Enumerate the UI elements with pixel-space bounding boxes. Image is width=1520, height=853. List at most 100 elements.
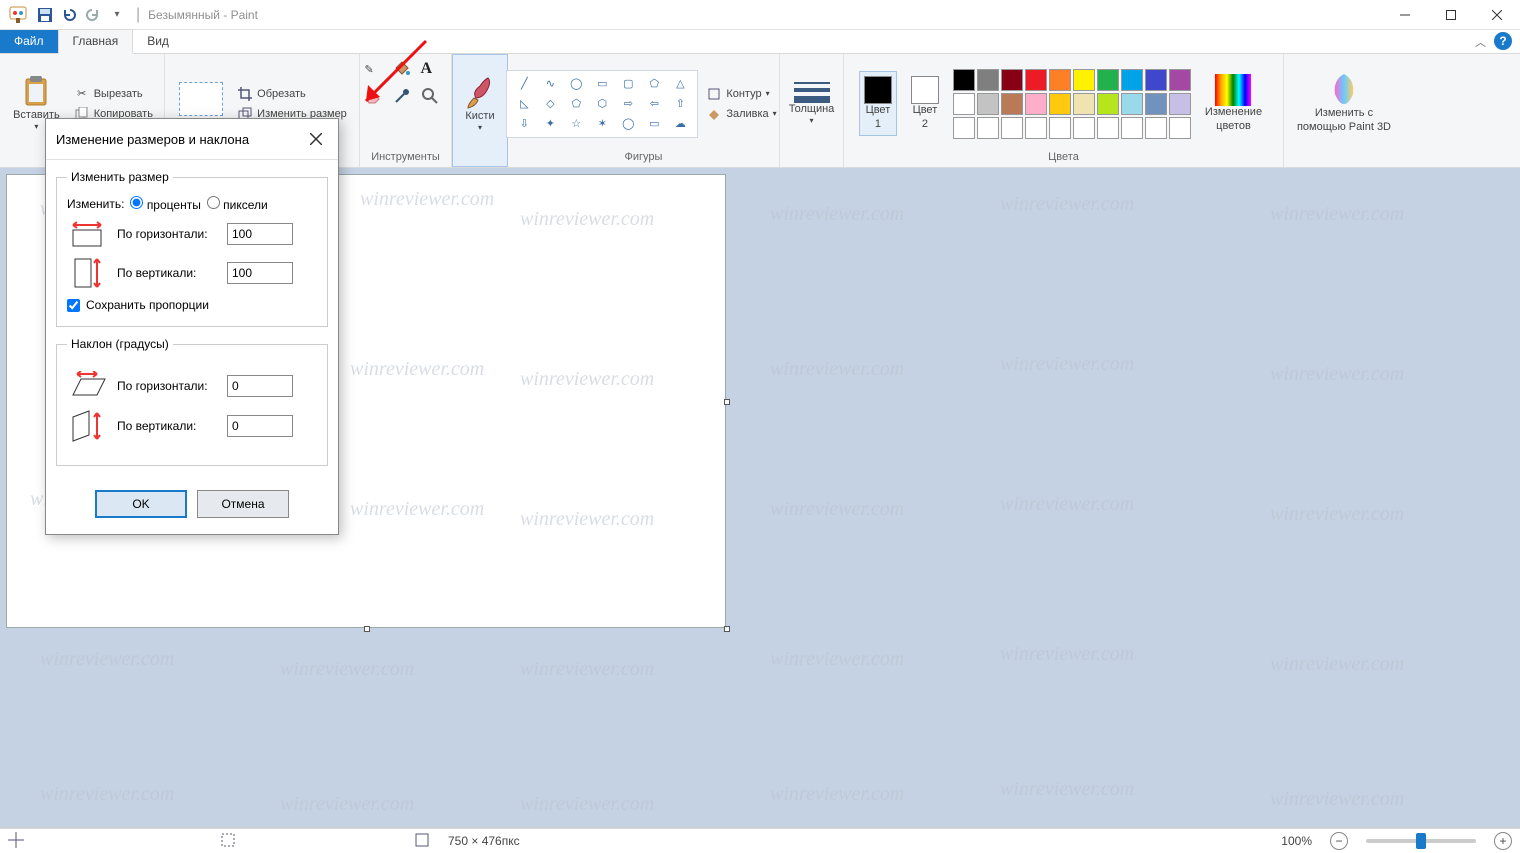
shape-callout-rect[interactable]: ▭	[643, 115, 665, 133]
palette-color[interactable]	[1097, 69, 1119, 91]
shape-oval[interactable]: ◯	[565, 75, 587, 93]
shape-5star[interactable]: ☆	[565, 115, 587, 133]
palette-color[interactable]	[1001, 117, 1023, 139]
close-button[interactable]	[1474, 0, 1520, 30]
shape-callout-round[interactable]: ◯	[617, 115, 639, 133]
palette-color[interactable]	[1121, 117, 1143, 139]
palette-color[interactable]	[977, 93, 999, 115]
eraser-tool[interactable]	[365, 87, 391, 108]
tab-home[interactable]: Главная	[58, 29, 134, 54]
palette-color[interactable]	[1169, 93, 1191, 115]
shape-arrow-r[interactable]: ⇨	[617, 95, 639, 113]
maximize-button[interactable]	[1428, 0, 1474, 30]
brushes-button[interactable]: Кисти▾	[456, 72, 504, 135]
pencil-tool[interactable]: ✎	[365, 63, 391, 76]
picker-tool[interactable]	[393, 87, 419, 108]
crop-button[interactable]: Обрезать	[233, 85, 310, 103]
palette-color[interactable]	[1145, 93, 1167, 115]
shape-outline-button[interactable]: Контур ▾	[702, 85, 773, 103]
skew-vert-input[interactable]	[227, 415, 293, 437]
shape-triangle[interactable]: △	[669, 75, 691, 93]
help-button[interactable]: ?	[1494, 32, 1512, 50]
tab-view[interactable]: Вид	[133, 30, 183, 53]
shape-arrow-d[interactable]: ⇩	[513, 115, 535, 133]
palette-color[interactable]	[953, 117, 975, 139]
resize-handle-se[interactable]	[724, 626, 730, 632]
palette-color[interactable]	[1073, 69, 1095, 91]
palette-color[interactable]	[1169, 117, 1191, 139]
qat-customize[interactable]: ▾	[106, 4, 128, 26]
shape-rect[interactable]: ▭	[591, 75, 613, 93]
save-button[interactable]	[34, 4, 56, 26]
shape-roundrect[interactable]: ▢	[617, 75, 639, 93]
shape-polygon[interactable]: ⬠	[643, 75, 665, 93]
palette-color[interactable]	[1097, 117, 1119, 139]
resize-vert-input[interactable]	[227, 262, 293, 284]
shape-line[interactable]: ╱	[513, 75, 535, 93]
cut-button[interactable]: ✂Вырезать	[70, 85, 147, 103]
palette-color[interactable]	[953, 93, 975, 115]
minimize-button[interactable]	[1382, 0, 1428, 30]
redo-button[interactable]	[82, 4, 104, 26]
ok-button[interactable]: OK	[95, 490, 187, 518]
zoom-slider[interactable]	[1366, 839, 1476, 843]
palette-color[interactable]	[1049, 117, 1071, 139]
resize-handle-e[interactable]	[724, 399, 730, 405]
palette-color[interactable]	[1145, 117, 1167, 139]
fill-tool[interactable]	[393, 59, 419, 80]
radio-percent[interactable]: проценты	[130, 196, 200, 212]
palette-color[interactable]	[1073, 93, 1095, 115]
palette-color[interactable]	[1025, 117, 1047, 139]
palette-color[interactable]	[1001, 93, 1023, 115]
shape-diamond[interactable]: ◇	[539, 95, 561, 113]
shape-arrow-l[interactable]: ⇦	[643, 95, 665, 113]
collapse-ribbon-button[interactable]: ︿	[1475, 34, 1486, 50]
palette-color[interactable]	[1145, 69, 1167, 91]
edit-colors-button[interactable]: Изменение цветов	[1199, 72, 1268, 134]
zoom-in-button[interactable]: +	[1494, 832, 1512, 850]
palette-color[interactable]	[1121, 93, 1143, 115]
undo-button[interactable]	[58, 4, 80, 26]
color2-button[interactable]: Цвет 2	[905, 74, 945, 132]
cancel-button[interactable]: Отмена	[197, 490, 289, 518]
tab-file[interactable]: Файл	[0, 30, 58, 53]
skew-horiz-input[interactable]	[227, 375, 293, 397]
palette-color[interactable]	[1169, 69, 1191, 91]
watermark: winreviewer.com	[770, 498, 904, 521]
palette-color[interactable]	[953, 69, 975, 91]
color1-button[interactable]: Цвет 1	[859, 71, 897, 135]
resize-handle-s[interactable]	[364, 626, 370, 632]
radio-pixels[interactable]: пиксели	[207, 196, 268, 212]
palette-color[interactable]	[1001, 69, 1023, 91]
keep-aspect-checkbox[interactable]	[67, 299, 80, 312]
shape-6star[interactable]: ✶	[591, 115, 613, 133]
dialog-close-button[interactable]	[304, 127, 328, 151]
palette-color[interactable]	[1025, 69, 1047, 91]
palette-color[interactable]	[977, 69, 999, 91]
zoom-out-button[interactable]: −	[1330, 832, 1348, 850]
shape-arrow-u[interactable]: ⇧	[669, 95, 691, 113]
zoom-thumb[interactable]	[1416, 833, 1426, 849]
shape-rtriangle[interactable]: ◺	[513, 95, 535, 113]
palette-color[interactable]	[1073, 117, 1095, 139]
thickness-button[interactable]: Толщина▾	[783, 80, 841, 128]
shape-pentagon[interactable]: ⬠	[565, 95, 587, 113]
shape-curve[interactable]: ∿	[539, 75, 561, 93]
palette-color[interactable]	[1025, 93, 1047, 115]
palette-color[interactable]	[1121, 69, 1143, 91]
text-tool[interactable]: A	[421, 60, 447, 78]
shapes-gallery[interactable]: ╱ ∿ ◯ ▭ ▢ ⬠ △ ◺ ◇ ⬠ ⬡ ⇨ ⇦ ⇧ ⇩ ✦ ☆ ✶ ◯ ▭	[506, 70, 698, 138]
thickness-icon	[792, 82, 832, 103]
palette-color[interactable]	[977, 117, 999, 139]
paint3d-button[interactable]: Изменить с помощью Paint 3D	[1291, 71, 1397, 135]
resize-horiz-input[interactable]	[227, 223, 293, 245]
shape-callout-cloud[interactable]: ☁	[669, 115, 691, 133]
shape-4star[interactable]: ✦	[539, 115, 561, 133]
color-palette[interactable]	[953, 69, 1191, 139]
zoom-tool[interactable]	[421, 87, 447, 108]
palette-color[interactable]	[1049, 69, 1071, 91]
shape-hexagon[interactable]: ⬡	[591, 95, 613, 113]
palette-color[interactable]	[1049, 93, 1071, 115]
shape-fill-button[interactable]: Заливка ▾	[702, 105, 780, 123]
palette-color[interactable]	[1097, 93, 1119, 115]
